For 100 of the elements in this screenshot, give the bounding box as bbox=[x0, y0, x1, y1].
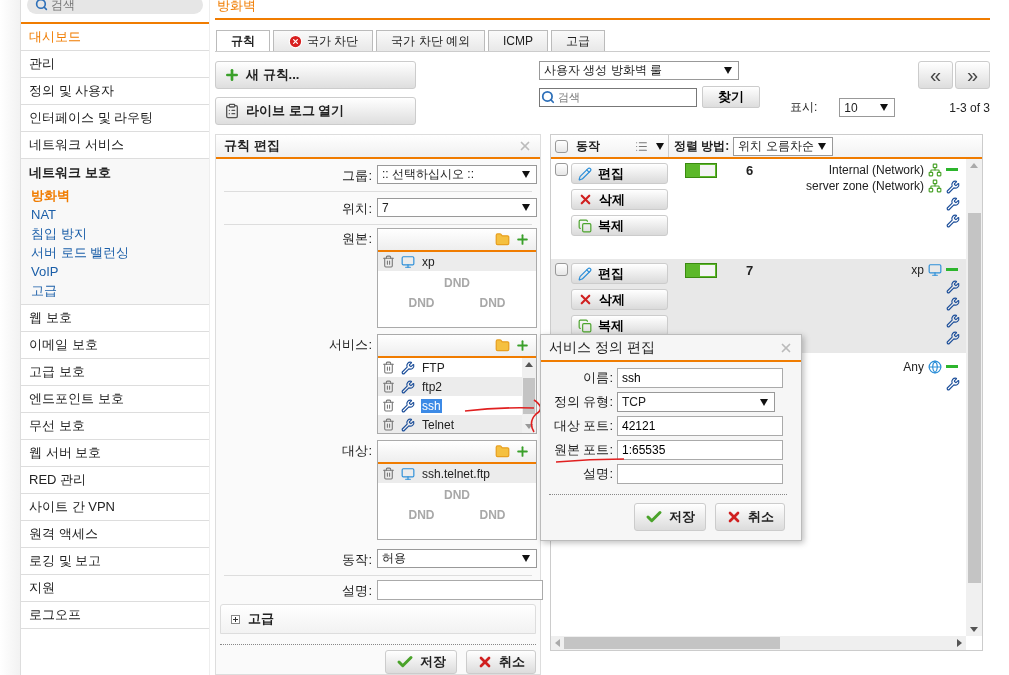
tab[interactable]: 국가 차단 bbox=[273, 30, 374, 51]
drop-hint: DND bbox=[407, 296, 436, 310]
source-name: Any bbox=[903, 360, 924, 374]
scroll-down-icon[interactable] bbox=[525, 424, 533, 429]
field-label: 원본: bbox=[341, 230, 372, 248]
nav-subitem[interactable]: 고급 bbox=[21, 281, 209, 300]
trash-icon[interactable] bbox=[382, 467, 395, 480]
checkbox[interactable] bbox=[555, 163, 568, 176]
horizontal-scrollbar[interactable] bbox=[551, 636, 966, 650]
previous-button[interactable]: « bbox=[918, 61, 953, 89]
cancel-button[interactable]: 취소 bbox=[715, 503, 785, 531]
folder-icon[interactable] bbox=[495, 444, 510, 459]
toggle-switch[interactable] bbox=[685, 263, 717, 278]
scroll-right-icon[interactable] bbox=[957, 639, 962, 647]
plus-icon[interactable] bbox=[515, 232, 530, 247]
cancel-icon bbox=[726, 509, 742, 525]
delete-icon bbox=[578, 192, 593, 207]
folder-icon[interactable] bbox=[495, 338, 510, 353]
drop-hint: DND bbox=[407, 508, 436, 522]
page-title: 방화벽 bbox=[215, 0, 990, 20]
result-range: 1-3 of 3 bbox=[949, 100, 990, 115]
advanced-section[interactable]: 고급 bbox=[220, 604, 536, 634]
scroll-up-icon[interactable] bbox=[525, 362, 533, 367]
page-size-select[interactable]: 10 bbox=[839, 98, 896, 117]
tab[interactable]: 고급 bbox=[551, 30, 605, 51]
field-label: 서비스: bbox=[328, 336, 372, 354]
input-field[interactable] bbox=[377, 580, 543, 600]
select-field[interactable]: 허용 bbox=[377, 549, 537, 568]
list-item[interactable]: ssh.telnet.ftp bbox=[378, 464, 536, 483]
edit-button[interactable]: 편집 bbox=[571, 163, 668, 184]
network-icon bbox=[928, 179, 942, 193]
plus-icon[interactable] bbox=[515, 444, 530, 459]
wrench-icon bbox=[946, 297, 960, 311]
edit-button[interactable]: 편집 bbox=[571, 263, 668, 284]
globe-icon bbox=[928, 360, 942, 374]
search-field[interactable]: 검색 bbox=[27, 0, 203, 14]
delete-button[interactable]: 삭제 bbox=[571, 189, 668, 210]
caret-icon bbox=[818, 142, 827, 150]
save-button[interactable]: 저장 bbox=[385, 650, 457, 674]
delete-button[interactable]: 삭제 bbox=[571, 289, 668, 310]
wrench-icon bbox=[401, 379, 415, 394]
trash-icon[interactable] bbox=[382, 361, 395, 374]
checkbox[interactable] bbox=[555, 263, 568, 276]
input-field[interactable]: ssh bbox=[617, 368, 783, 388]
input-field[interactable]: 1:65535 bbox=[617, 440, 783, 460]
caret-icon bbox=[880, 104, 889, 111]
list-icon[interactable] bbox=[635, 139, 648, 153]
trash-icon[interactable] bbox=[382, 399, 395, 412]
cancel-button[interactable]: 취소 bbox=[466, 650, 536, 674]
expand-icon[interactable] bbox=[231, 614, 240, 624]
drop-hint: DND bbox=[478, 296, 507, 310]
list-item[interactable]: Telnet bbox=[378, 415, 522, 433]
close-icon[interactable] bbox=[518, 139, 532, 153]
scroll-down-icon[interactable] bbox=[970, 627, 978, 632]
select-field[interactable]: :: 선택하십시오 :: bbox=[377, 165, 537, 184]
scrollbar[interactable] bbox=[966, 159, 982, 636]
nav-subitem[interactable]: 침입 방지 bbox=[21, 224, 209, 243]
nav-subitem[interactable]: NAT bbox=[21, 205, 209, 224]
checkbox[interactable] bbox=[555, 139, 568, 153]
nav-subitem[interactable]: VoIP bbox=[21, 262, 209, 281]
input-field[interactable] bbox=[617, 464, 783, 484]
search-field[interactable]: 검색 bbox=[539, 87, 697, 107]
copy-icon bbox=[578, 318, 592, 333]
cancel-icon bbox=[477, 654, 493, 670]
select-field[interactable]: 7 bbox=[377, 198, 537, 217]
caret-icon bbox=[522, 555, 530, 562]
live-log-button[interactable]: 라이브 로그 열기 bbox=[215, 97, 416, 125]
plus-icon[interactable] bbox=[515, 338, 530, 353]
field-label: 설명: bbox=[582, 465, 613, 483]
save-button[interactable]: 저장 bbox=[634, 503, 706, 531]
monitor-icon bbox=[401, 466, 415, 481]
list-item[interactable]: xp bbox=[378, 252, 536, 271]
sort-select[interactable]: 위치 오름차순 bbox=[733, 136, 834, 156]
drop-hint: DND bbox=[443, 276, 471, 290]
filter-select[interactable]: 사용자 생성 방화벽 룰 bbox=[539, 61, 739, 80]
scroll-left-icon[interactable] bbox=[555, 639, 560, 647]
trash-icon[interactable] bbox=[382, 255, 395, 268]
input-field[interactable]: 42121 bbox=[617, 416, 783, 436]
select-field[interactable]: TCP bbox=[617, 392, 775, 412]
next-button[interactable]: » bbox=[955, 61, 990, 89]
tab[interactable]: ICMP bbox=[488, 30, 548, 51]
new-rule-button[interactable]: 새 규칙... bbox=[215, 61, 416, 89]
list-item[interactable]: ftp2 bbox=[378, 377, 522, 396]
field-label: 설명: bbox=[341, 582, 372, 600]
source-name: Internal (Network) bbox=[828, 163, 924, 177]
find-button[interactable]: 찾기 bbox=[702, 86, 760, 108]
rule-position: 7 bbox=[746, 263, 754, 278]
tab[interactable]: 규칙 bbox=[216, 30, 270, 51]
edit-icon bbox=[578, 166, 592, 181]
tab[interactable]: 국가 차단 예외 bbox=[376, 30, 485, 51]
duplicate-button[interactable]: 복제 bbox=[571, 215, 668, 236]
field-label: 이름: bbox=[582, 369, 613, 387]
nav-subitem[interactable]: 서버 로드 밸런싱 bbox=[21, 243, 209, 262]
trash-icon[interactable] bbox=[382, 380, 395, 393]
caret-icon bbox=[760, 398, 768, 406]
duplicate-button[interactable]: 복제 bbox=[571, 315, 668, 336]
toggle-switch[interactable] bbox=[685, 163, 717, 178]
folder-icon[interactable] bbox=[495, 232, 510, 247]
trash-icon[interactable] bbox=[382, 418, 395, 431]
scrollbar[interactable] bbox=[522, 358, 536, 433]
